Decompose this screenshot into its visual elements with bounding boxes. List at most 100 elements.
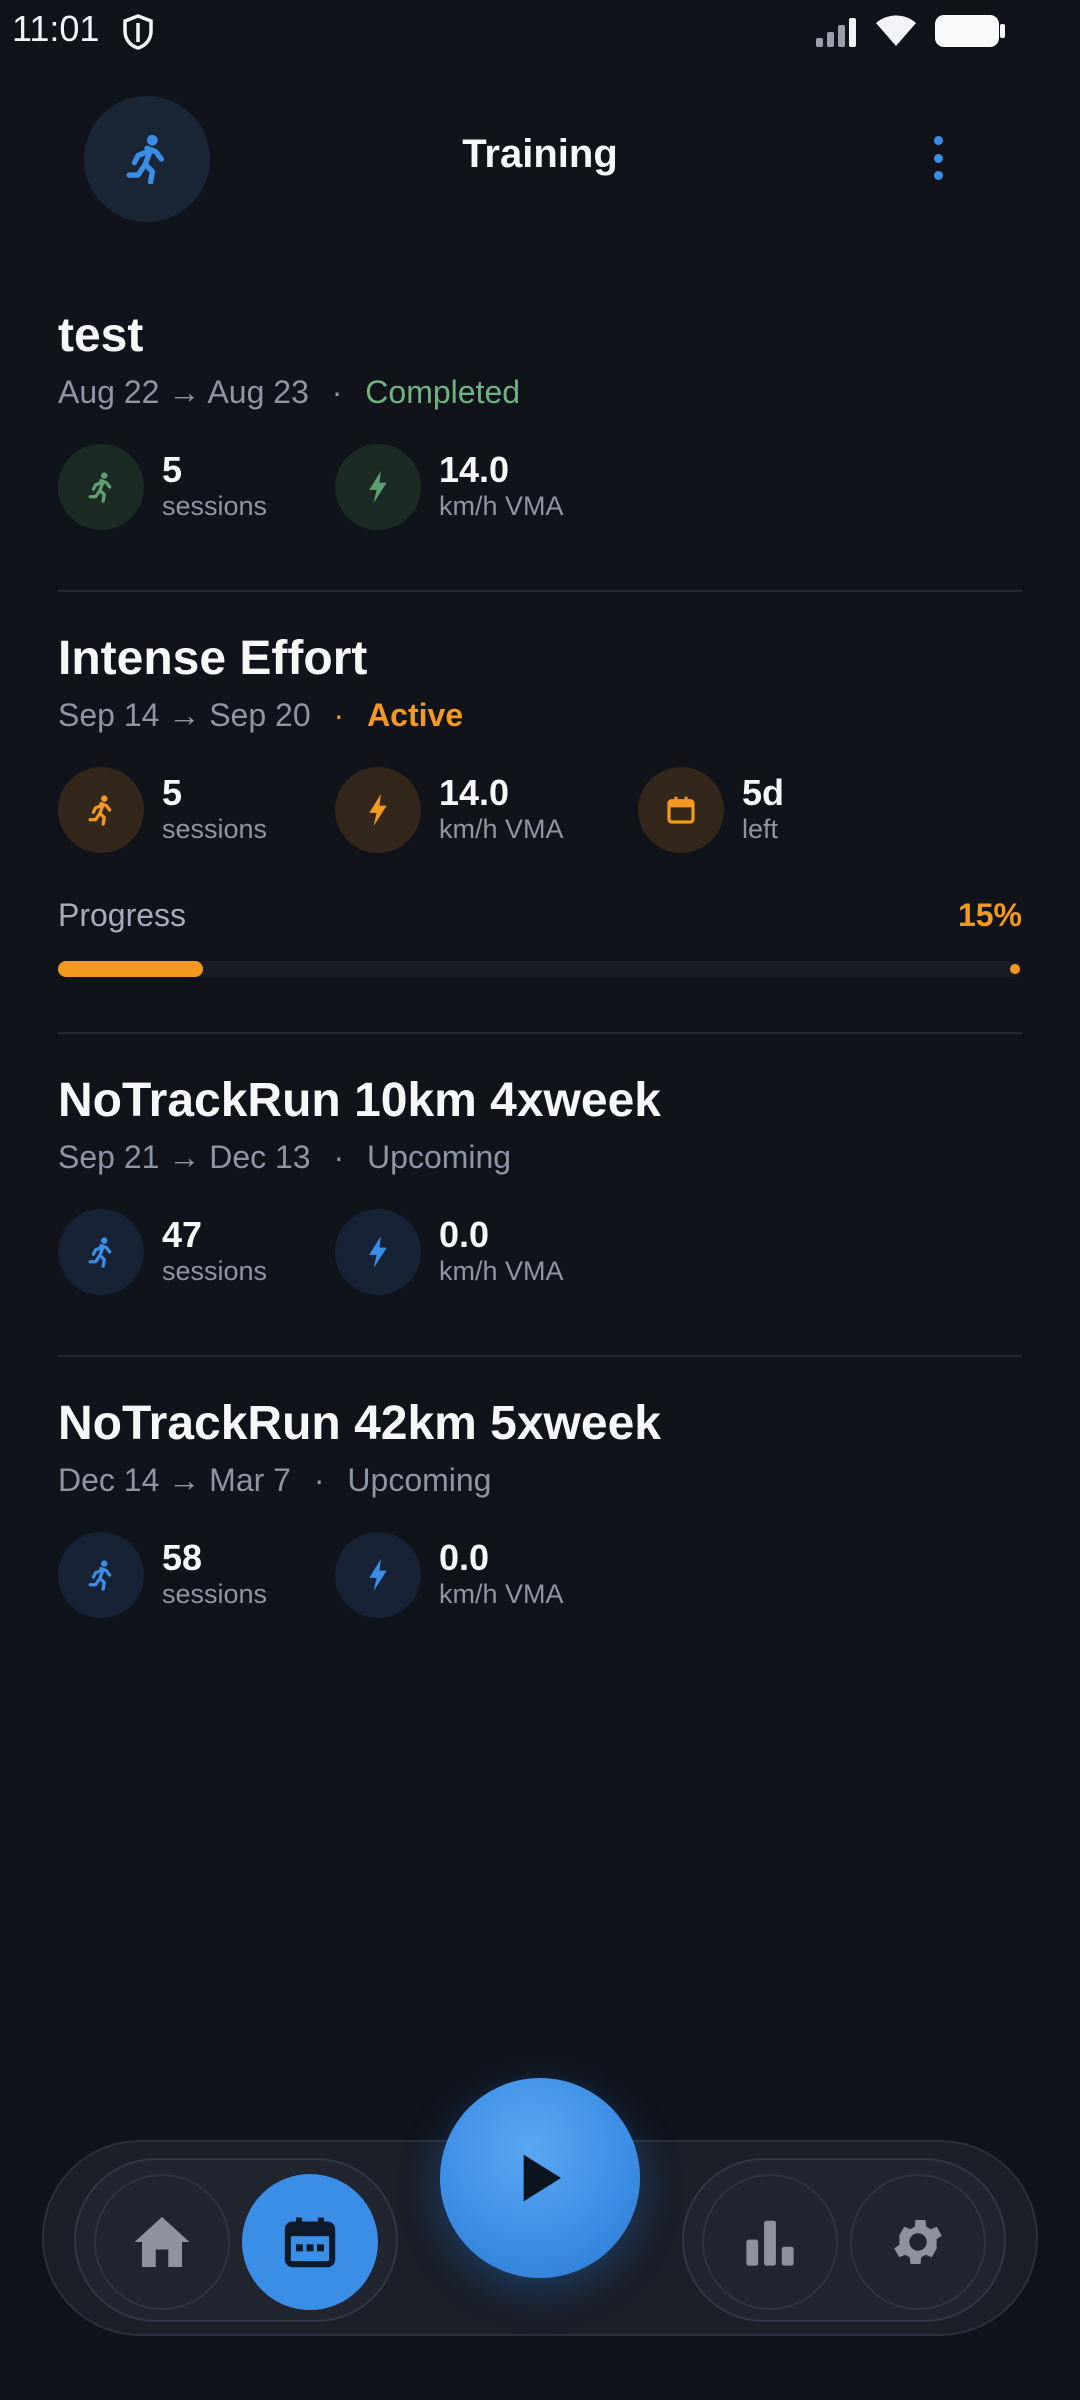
- stat-unit: km/h VMA: [439, 491, 564, 521]
- calendar-button[interactable]: [242, 2174, 378, 2310]
- wifi-icon: [876, 15, 916, 46]
- plan-start-date: Sep 21: [58, 1139, 160, 1175]
- plan-end-date: Dec 13: [209, 1139, 311, 1175]
- stat-unit: left: [742, 814, 779, 844]
- stat-value: 14.0: [439, 772, 510, 813]
- plan-dates: Sep 21 → Dec 13 · Upcoming: [58, 1135, 1022, 1179]
- more-dots-icon: [933, 136, 943, 145]
- start-run-button[interactable]: [440, 2078, 640, 2278]
- gear-icon: [894, 2220, 942, 2264]
- plan-status: Completed: [365, 374, 521, 410]
- plan-stats: 5 sessions 14.0 km/h VMA 5d left: [58, 767, 1022, 857]
- plan-end-date: Aug 23: [207, 374, 309, 410]
- plan-stats: 5 sessions 14.0 km/h VMA: [58, 444, 1022, 534]
- plan-start-date: Dec 14: [58, 1462, 160, 1498]
- home-button[interactable]: [94, 2174, 230, 2310]
- arrow-glyph: →: [168, 374, 201, 410]
- runner-icon: [58, 1209, 144, 1295]
- play-icon: [523, 2154, 561, 2202]
- progress-end-marker: [1010, 964, 1020, 974]
- calendar-icon: [638, 767, 724, 853]
- plan-status: Upcoming: [367, 1139, 512, 1175]
- stat-value: 14.0: [439, 449, 510, 490]
- arrow-glyph: →: [168, 1139, 201, 1175]
- plan-end-date: Sep 20: [209, 697, 311, 733]
- stat-value: 47: [162, 1214, 203, 1255]
- plan-status: Upcoming: [347, 1462, 492, 1498]
- bolt-icon: [335, 767, 421, 853]
- battery-icon: [935, 15, 1005, 47]
- runner-icon: [58, 767, 144, 853]
- plan-dates: Sep 14 → Sep 20 · Active: [58, 693, 1022, 737]
- arrow-glyph: →: [168, 1462, 201, 1498]
- settings-button[interactable]: [850, 2174, 986, 2310]
- plan-start-date: Sep 14: [58, 697, 160, 733]
- vma-stat: 0.0 km/h VMA: [335, 1209, 564, 1295]
- stat-unit: sessions: [162, 491, 268, 521]
- vma-stat: 14.0 km/h VMA: [335, 767, 564, 853]
- stat-unit: km/h VMA: [439, 814, 564, 844]
- separator-dot: ·: [331, 374, 343, 410]
- home-icon: [134, 2217, 190, 2267]
- plan-card[interactable]: NoTrackRun 10km 4xweek Sep 21 → Dec 13 ·…: [58, 1073, 1022, 1299]
- bolt-icon: [335, 444, 421, 530]
- plan-stats: 47 sessions 0.0 km/h VMA: [58, 1209, 1022, 1299]
- progress-fill: [58, 961, 203, 977]
- shield-icon: [123, 14, 153, 50]
- stat-value: 5d: [742, 772, 785, 813]
- plan-card[interactable]: Intense Effort Sep 14 → Sep 20 · Active …: [58, 631, 1022, 977]
- progress-label: Progress: [58, 897, 187, 933]
- plan-title: NoTrackRun 10km 4xweek: [58, 1074, 661, 1127]
- stat-unit: sessions: [162, 814, 268, 844]
- progress-percent: 15%: [957, 897, 1022, 933]
- stat-unit: sessions: [162, 1579, 268, 1609]
- plan-status: Active: [367, 697, 464, 733]
- calendar-icon: [284, 2217, 336, 2268]
- progress-bar: [58, 961, 1022, 977]
- vma-stat: 0.0 km/h VMA: [335, 1532, 564, 1618]
- stat-value: 0.0: [439, 1214, 490, 1255]
- nav-group-right: [682, 2158, 1006, 2322]
- stat-value: 0.0: [439, 1537, 490, 1578]
- plan-title: test: [58, 309, 144, 362]
- stat-value: 58: [162, 1537, 203, 1578]
- sessions-stat: 5 sessions: [58, 444, 267, 530]
- app-header: Training: [0, 90, 1080, 230]
- separator-dot: ·: [333, 697, 345, 733]
- plan-dates: Dec 14 → Mar 7 · Upcoming: [58, 1458, 1022, 1502]
- stats-button[interactable]: [702, 2174, 838, 2310]
- stat-value: 5: [162, 772, 183, 813]
- sessions-stat: 5 sessions: [58, 767, 267, 853]
- bolt-icon: [335, 1209, 421, 1295]
- plan-dates: Aug 22 → Aug 23 · Completed: [58, 370, 1022, 414]
- plan-title: Intense Effort: [58, 632, 368, 685]
- stat-unit: km/h VMA: [439, 1579, 564, 1609]
- status-time: 11:01: [12, 8, 100, 49]
- training-screen: 11:01 Training test Aug 22 → Aug 23 · Co…: [0, 0, 1080, 2400]
- plan-card[interactable]: NoTrackRun 42km 5xweek Dec 14 → Mar 7 · …: [58, 1396, 1022, 1622]
- divider: [58, 1355, 1022, 1357]
- more-dot: [933, 171, 943, 180]
- vma-stat: 14.0 km/h VMA: [335, 444, 564, 530]
- nav-group-left: [74, 2158, 398, 2322]
- separator-dot: ·: [313, 1462, 325, 1498]
- more-dot: [933, 153, 943, 163]
- divider: [58, 1032, 1022, 1034]
- stat-value: 5: [162, 449, 183, 490]
- divider: [58, 590, 1022, 592]
- stat-unit: km/h VMA: [439, 1256, 564, 1286]
- runner-icon: [58, 444, 144, 530]
- more-options-button[interactable]: [918, 136, 958, 180]
- days-left-stat: 5d left: [638, 767, 784, 853]
- sessions-stat: 58 sessions: [58, 1532, 267, 1618]
- bar-chart-icon: [746, 2220, 794, 2266]
- plan-card[interactable]: test Aug 22 → Aug 23 · Completed 5 sessi…: [58, 308, 1022, 534]
- plan-stats: 58 sessions 0.0 km/h VMA: [58, 1532, 1022, 1622]
- plan-start-date: Aug 22: [58, 374, 160, 410]
- separator-dot: ·: [333, 1139, 345, 1175]
- plan-end-date: Mar 7: [209, 1462, 291, 1498]
- bolt-icon: [335, 1532, 421, 1618]
- arrow-glyph: →: [168, 697, 201, 733]
- progress-section: Progress 15%: [58, 897, 1022, 937]
- sessions-stat: 47 sessions: [58, 1209, 267, 1295]
